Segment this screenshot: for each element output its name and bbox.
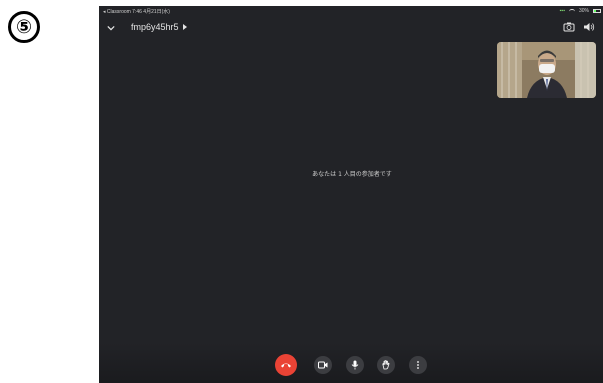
camera-icon — [318, 361, 328, 369]
meeting-top-bar: fmp6y45hr5 — [99, 20, 603, 42]
signal-icon: ▪▪▪ — [559, 8, 565, 14]
switch-camera-icon[interactable] — [563, 22, 575, 32]
status-left: ◂ Classroom 7:46 4月21日(水) — [103, 8, 170, 15]
wifi-icon — [568, 8, 575, 14]
battery-percent: 30% — [578, 8, 589, 14]
hangup-button[interactable] — [275, 354, 297, 376]
chevron-down-icon[interactable] — [107, 24, 115, 32]
raise-hand-button[interactable] — [377, 356, 395, 374]
hangup-icon — [281, 363, 291, 368]
meet-app-screen: ◂ Classroom 7:46 4月21日(水) ▪▪▪ 30% fmp6y4… — [99, 6, 603, 383]
self-view-video[interactable] — [497, 42, 596, 98]
meeting-controls-bar — [99, 343, 603, 383]
status-back-time-text: ◂ Classroom 7:46 4月21日(水) — [103, 8, 170, 15]
meeting-code[interactable]: fmp6y45hr5 — [131, 22, 179, 32]
ios-status-bar: ◂ Classroom 7:46 4月21日(水) ▪▪▪ 30% — [99, 6, 603, 16]
microphone-icon — [351, 360, 359, 370]
caret-right-icon[interactable] — [183, 24, 187, 30]
raise-hand-icon — [382, 360, 390, 370]
status-right: ▪▪▪ 30% — [560, 8, 601, 14]
battery-icon — [593, 9, 601, 13]
step-number-marker: ⑤ — [8, 11, 40, 43]
microphone-toggle-button[interactable] — [346, 356, 364, 374]
more-options-icon — [417, 361, 419, 369]
more-options-button[interactable] — [409, 356, 427, 374]
speaker-icon[interactable] — [583, 22, 595, 32]
camera-toggle-button[interactable] — [314, 356, 332, 374]
participant-count-message: あなたは 1 人目の参加者です — [312, 171, 392, 178]
